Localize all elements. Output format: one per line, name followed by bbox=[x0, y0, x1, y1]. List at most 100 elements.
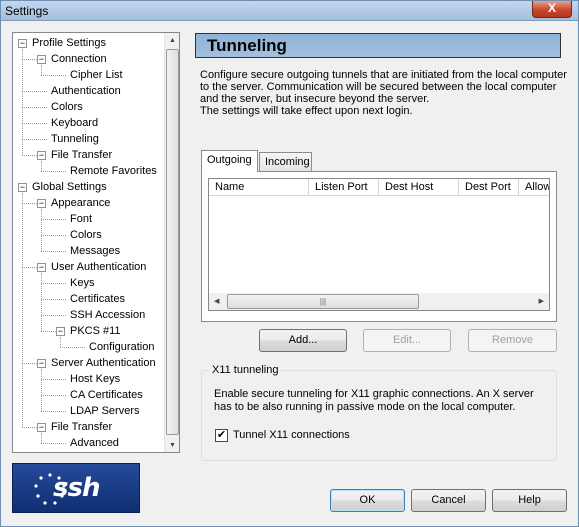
logo-text: ssh bbox=[53, 473, 100, 503]
tree-item-global-settings[interactable]: Global Settings bbox=[32, 179, 107, 195]
tree-item-pkcs-11[interactable]: PKCS #11 bbox=[70, 323, 121, 339]
tree-collapse-icon[interactable]: − bbox=[37, 151, 46, 160]
tree-connector bbox=[41, 443, 66, 444]
tree-item-font[interactable]: Font bbox=[70, 211, 92, 227]
tree-item-ldap-servers[interactable]: LDAP Servers bbox=[70, 403, 140, 419]
x11-description-line: Enable secure tunneling for X11 graphic … bbox=[214, 388, 534, 400]
tree-guide-line bbox=[41, 161, 42, 171]
description-line: and the server, but insecure beyond the … bbox=[200, 93, 430, 105]
tab-outgoing[interactable]: Outgoing bbox=[201, 150, 258, 172]
column-header-dest-host[interactable]: Dest Host bbox=[379, 179, 459, 196]
tree-collapse-icon[interactable]: − bbox=[37, 263, 46, 272]
tree-item-certificates[interactable]: Certificates bbox=[70, 291, 125, 307]
tree-connector bbox=[41, 299, 66, 300]
tree-item-server-authentication[interactable]: Server Authentication bbox=[51, 355, 156, 371]
tree-connector bbox=[22, 123, 47, 124]
settings-window: Settings X − Profile Settings − Connection C… bbox=[0, 0, 579, 527]
tree-item-ssh-accession[interactable]: SSH Accession bbox=[70, 307, 145, 323]
tree-connector bbox=[41, 171, 66, 172]
tree-collapse-icon[interactable]: − bbox=[56, 327, 65, 336]
tree-item-profile-settings[interactable]: Profile Settings bbox=[32, 35, 106, 51]
tree-collapse-icon[interactable]: − bbox=[18, 183, 27, 192]
description-line: Configure secure outgoing tunnels that a… bbox=[200, 69, 567, 81]
tree-item-host-keys[interactable]: Host Keys bbox=[70, 371, 120, 387]
tree-connector bbox=[41, 395, 66, 396]
tree-connector bbox=[22, 139, 47, 140]
description-line: The settings will take effect upon next … bbox=[200, 105, 413, 117]
tree-guide-line bbox=[22, 49, 23, 155]
x11-group: X11 tunneling Enable secure tunneling fo… bbox=[201, 364, 557, 461]
scroll-thumb[interactable] bbox=[166, 49, 179, 435]
scroll-up-icon[interactable]: ▲ bbox=[169, 37, 176, 44]
tree-collapse-icon[interactable]: − bbox=[37, 423, 46, 432]
cancel-button[interactable]: Cancel bbox=[411, 489, 486, 512]
tree-connector bbox=[41, 315, 66, 316]
tree-item-configuration[interactable]: Configuration bbox=[89, 339, 154, 355]
title-bar[interactable]: Settings X bbox=[1, 1, 578, 21]
tree-item-colors[interactable]: Colors bbox=[51, 99, 83, 115]
settings-tree[interactable]: − Profile Settings − Connection Cipher List A… bbox=[12, 32, 180, 453]
ok-button[interactable]: OK bbox=[330, 489, 405, 512]
tree-item-connection[interactable]: Connection bbox=[51, 51, 107, 67]
description-line: to the server. Communication will be sec… bbox=[200, 81, 557, 93]
tree-item-ca-certificates[interactable]: CA Certificates bbox=[70, 387, 143, 403]
tree-connector bbox=[22, 91, 47, 92]
help-button[interactable]: Help bbox=[492, 489, 567, 512]
tree-item-advanced[interactable]: Advanced bbox=[70, 435, 119, 451]
tree-item-cipher-list[interactable]: Cipher List bbox=[70, 67, 123, 83]
tab-incoming[interactable]: Incoming bbox=[259, 152, 312, 172]
column-header-name[interactable]: Name bbox=[209, 179, 309, 196]
remove-button[interactable]: Remove bbox=[468, 329, 557, 352]
tree-item-file-transfer[interactable]: File Transfer bbox=[51, 147, 112, 163]
tree-collapse-icon[interactable]: − bbox=[37, 55, 46, 64]
tree-item-authentication[interactable]: Authentication bbox=[51, 83, 121, 99]
tree-item-file-transfer[interactable]: File Transfer bbox=[51, 419, 112, 435]
tree-connector bbox=[41, 331, 56, 332]
tunnel-x11-label[interactable]: Tunnel X11 connections bbox=[233, 429, 350, 441]
scroll-right-icon[interactable]: ▶ bbox=[539, 297, 544, 305]
column-header-listen-port[interactable]: Listen Port bbox=[309, 179, 379, 196]
list-horizontal-scrollbar[interactable]: ◀ ||| ▶ bbox=[209, 293, 549, 310]
tunnel-list[interactable]: Name Listen Port Dest Host Dest Port All… bbox=[208, 178, 550, 311]
x11-description: Enable secure tunneling for X11 graphic … bbox=[214, 388, 544, 414]
scroll-left-icon[interactable]: ◀ bbox=[214, 297, 219, 305]
tree-item-keyboard[interactable]: Keyboard bbox=[51, 115, 98, 131]
tree-item-messages[interactable]: Messages bbox=[70, 243, 120, 259]
column-header-dest-port[interactable]: Dest Port bbox=[459, 179, 519, 196]
column-header-allow[interactable]: Allow bbox=[519, 179, 549, 196]
tree-guide-line bbox=[41, 65, 42, 75]
tree-item-tunneling[interactable]: Tunneling bbox=[51, 131, 99, 147]
tree-scrollbar[interactable]: ▲ ▼ bbox=[164, 33, 179, 452]
tree-connector bbox=[22, 427, 37, 428]
window-title: Settings bbox=[5, 4, 49, 18]
tree-connector bbox=[60, 347, 85, 348]
tree-item-keys[interactable]: Keys bbox=[70, 275, 94, 291]
horizontal-scroll-thumb[interactable]: ||| bbox=[227, 294, 419, 309]
ssh-logo: ssh bbox=[12, 463, 140, 513]
scroll-down-icon[interactable]: ▼ bbox=[169, 442, 176, 449]
tree-item-user-authentication[interactable]: User Authentication bbox=[51, 259, 146, 275]
edit-button[interactable]: Edit... bbox=[363, 329, 451, 352]
tree-guide-line bbox=[41, 209, 42, 251]
page-header: Tunneling bbox=[195, 33, 561, 58]
close-button[interactable]: X bbox=[532, 1, 572, 18]
tree-item-remote-favorites[interactable]: Remote Favorites bbox=[70, 163, 157, 179]
tree-collapse-icon[interactable]: − bbox=[37, 359, 46, 368]
tree-connector bbox=[22, 363, 37, 364]
tree-connector bbox=[22, 155, 37, 156]
tree-connector bbox=[22, 267, 37, 268]
tree-connector bbox=[41, 411, 66, 412]
page-description: Configure secure outgoing tunnels that a… bbox=[200, 69, 570, 117]
add-button[interactable]: Add... bbox=[259, 329, 347, 352]
page-title: Tunneling bbox=[207, 36, 287, 55]
tree-collapse-icon[interactable]: − bbox=[37, 199, 46, 208]
tree-item-appearance[interactable]: Appearance bbox=[51, 195, 110, 211]
x11-group-legend: X11 tunneling bbox=[209, 364, 282, 376]
tree-item-colors[interactable]: Colors bbox=[70, 227, 102, 243]
tree-guide-line bbox=[41, 433, 42, 443]
tree-collapse-icon[interactable]: − bbox=[18, 39, 27, 48]
tree-connector bbox=[41, 235, 66, 236]
x11-description-line: has to be also running in passive mode o… bbox=[214, 401, 516, 413]
tunnel-x11-checkbox[interactable]: ✔ bbox=[215, 429, 228, 442]
tree-guide-line bbox=[22, 193, 23, 427]
